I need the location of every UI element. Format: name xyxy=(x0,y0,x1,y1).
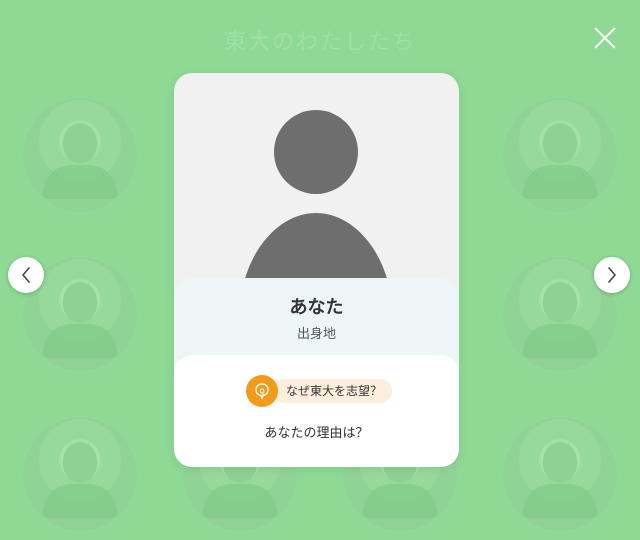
avatar-placeholder-icon xyxy=(240,110,392,313)
reason-answer: あなたの理由は？ xyxy=(264,426,369,441)
prev-button[interactable] xyxy=(8,257,44,293)
next-button[interactable] xyxy=(594,257,630,293)
student-photo[interactable] xyxy=(502,416,618,532)
profile-name: あなた xyxy=(289,297,344,318)
student-photo[interactable] xyxy=(22,97,138,213)
student-photo[interactable] xyxy=(22,416,138,532)
profile-hometown: 出身地 xyxy=(296,327,336,342)
reason-panel: Q なぜ東大を志望？ あなたの理由は？ xyxy=(174,355,459,467)
close-button[interactable] xyxy=(591,24,619,52)
profile-card: あなた 出身地 Q なぜ東大を志望？ あなたの理由は？ xyxy=(174,73,459,467)
question-label-badge: Q なぜ東大を志望？ xyxy=(246,375,393,407)
svg-text:Q: Q xyxy=(259,388,264,395)
question-label: なぜ東大を志望？ xyxy=(272,379,393,403)
background-title: 東大のわたしたち xyxy=(223,30,416,55)
chevron-left-icon xyxy=(22,267,30,283)
speech-bubble-q-icon: Q xyxy=(246,375,278,407)
chevron-right-icon xyxy=(608,267,616,283)
student-photo[interactable] xyxy=(502,97,618,213)
